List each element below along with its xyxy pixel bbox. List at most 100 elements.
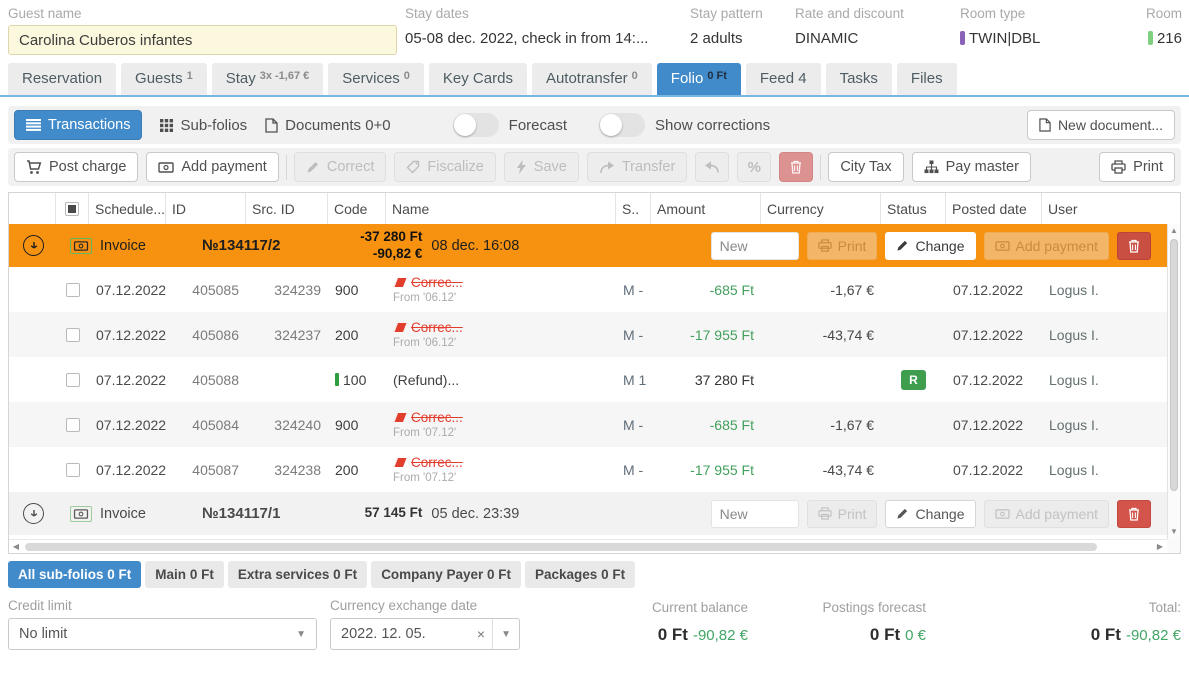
cell-posted-date: 07.12.2022 — [946, 312, 1042, 357]
documents-view-button[interactable]: Documents 0+0 — [265, 117, 390, 134]
column-header-amount[interactable]: Amount — [651, 193, 761, 224]
tab-feed[interactable]: Feed 4 — [746, 63, 821, 95]
tab-reservation[interactable]: Reservation — [8, 63, 116, 95]
invoice-print-button[interactable]: Print — [807, 500, 878, 528]
eraser-icon — [393, 458, 407, 467]
show-corrections-toggle[interactable] — [599, 113, 645, 137]
undo-button[interactable] — [695, 152, 729, 182]
row-checkbox[interactable] — [66, 418, 80, 432]
total-ft: 0 Ft — [1091, 625, 1121, 644]
cell-posted-date: 07.12.2022 — [946, 402, 1042, 447]
column-header-schedule[interactable]: Schedule... — [89, 193, 166, 224]
table-row[interactable]: 07.12.2022 405085 324239 900 Correc... F… — [9, 267, 1167, 312]
add-payment-button[interactable]: Add payment — [146, 152, 278, 182]
horizontal-scroll-thumb[interactable] — [25, 543, 1097, 551]
invoice-type-label: Invoice — [100, 238, 146, 254]
row-checkbox[interactable] — [66, 328, 80, 342]
clear-date-icon[interactable]: × — [470, 626, 492, 642]
invoice-status-input[interactable] — [711, 500, 799, 528]
table-row[interactable]: 07.12.2022 405088 100 (Refund)... M 1 37… — [9, 357, 1167, 402]
grid-icon — [160, 119, 173, 132]
chevron-down-icon[interactable]: ▼ — [492, 619, 519, 649]
credit-limit-select[interactable]: No limit ▼ — [8, 618, 317, 650]
invoice-group-row-selected[interactable]: Invoice №134117/2 -37 280 Ft-90,82 € 08 … — [9, 224, 1167, 267]
banknote-icon — [995, 508, 1010, 520]
subfolio-tab-extra-services[interactable]: Extra services 0 Ft — [228, 561, 367, 588]
undo-arrow-icon — [705, 161, 720, 173]
column-header-posted-date[interactable]: Posted date — [946, 193, 1042, 224]
vertical-scroll-thumb[interactable] — [1170, 239, 1178, 491]
folio-screen: Guest name Stay dates 05-08 dec. 2022, c… — [0, 0, 1189, 673]
subfolio-tab-packages[interactable]: Packages 0 Ft — [525, 561, 635, 588]
table-row[interactable]: 07.12.2022 405087 324238 200 Correc... F… — [9, 447, 1167, 492]
rate-discount-label: Rate and discount — [795, 6, 904, 21]
tab-autotransfer[interactable]: Autotransfer0 — [532, 63, 652, 95]
invoice-status-input[interactable] — [711, 232, 799, 260]
tab-key-cards[interactable]: Key Cards — [429, 63, 527, 95]
column-header-id[interactable]: ID — [166, 193, 246, 224]
column-header-currency[interactable]: Currency — [761, 193, 881, 224]
sub-folios-view-button[interactable]: Sub-folios — [160, 117, 247, 134]
subfolio-tab-all[interactable]: All sub-folios 0 Ft — [8, 561, 141, 588]
circle-arrow-icon[interactable] — [23, 235, 44, 256]
tab-files[interactable]: Files — [897, 63, 957, 95]
guest-name-input[interactable] — [8, 25, 397, 55]
fiscalize-button[interactable]: Fiscalize — [394, 152, 495, 182]
vertical-scrollbar[interactable]: ▲ ▼ — [1167, 224, 1180, 539]
invoice-group-row[interactable]: Invoice №134117/1 57 145 Ft 05 dec. 23:3… — [9, 492, 1167, 535]
circle-arrow-icon[interactable] — [23, 503, 44, 524]
delete-button[interactable] — [779, 152, 813, 182]
tab-tasks[interactable]: Tasks — [826, 63, 892, 95]
invoice-change-button[interactable]: Change — [885, 500, 975, 528]
horizontal-scrollbar[interactable]: ◀ ▶ — [9, 539, 1167, 553]
tab-autotransfer-badge: 0 — [632, 70, 638, 82]
select-all-checkbox[interactable] — [65, 202, 79, 216]
scroll-up-arrow[interactable]: ▲ — [1168, 225, 1180, 237]
column-header-s[interactable]: S.. — [616, 193, 651, 224]
tab-services[interactable]: Services0 — [328, 63, 424, 95]
row-checkbox[interactable] — [66, 463, 80, 477]
scroll-right-arrow[interactable]: ▶ — [1153, 542, 1167, 551]
invoice-delete-button[interactable] — [1117, 500, 1151, 528]
save-button[interactable]: Save — [504, 152, 579, 182]
row-checkbox[interactable] — [66, 373, 80, 387]
subfolio-tab-company-payer[interactable]: Company Payer 0 Ft — [371, 561, 521, 588]
row-checkbox[interactable] — [66, 283, 80, 297]
column-header-code[interactable]: Code — [328, 193, 386, 224]
print-button[interactable]: Print — [1099, 152, 1175, 182]
cell-name: Correc... — [411, 455, 463, 470]
tab-stay[interactable]: Stay3x -1,67 € — [212, 63, 324, 95]
city-tax-button[interactable]: City Tax — [828, 152, 903, 182]
scroll-left-arrow[interactable]: ◀ — [9, 542, 23, 551]
tab-folio[interactable]: Folio0 Ft — [657, 63, 741, 95]
invoice-type-label: Invoice — [100, 506, 146, 522]
column-header-user[interactable]: User — [1042, 193, 1167, 224]
cell-posted-date: 07.12.2022 — [946, 447, 1042, 492]
scroll-down-arrow[interactable]: ▼ — [1168, 526, 1180, 538]
invoice-add-payment-button[interactable]: Add payment — [984, 500, 1110, 528]
post-charge-button[interactable]: Post charge — [14, 152, 138, 182]
pay-master-button[interactable]: Pay master — [912, 152, 1031, 182]
invoice-delete-button[interactable] — [1117, 232, 1151, 260]
invoice-add-payment-button[interactable]: Add payment — [984, 232, 1110, 260]
exchange-date-picker[interactable]: 2022. 12. 05. × ▼ — [330, 618, 520, 650]
column-header-status[interactable]: Status — [881, 193, 946, 224]
correct-button[interactable]: Correct — [294, 152, 387, 182]
cell-subfolio: M - — [616, 447, 651, 492]
subfolio-tab-main[interactable]: Main 0 Ft — [145, 561, 224, 588]
forecast-toggle[interactable] — [453, 113, 499, 137]
stay-pattern-label: Stay pattern — [690, 6, 763, 21]
invoice-change-button[interactable]: Change — [885, 232, 975, 260]
column-header-name[interactable]: Name — [386, 193, 616, 224]
transactions-view-button[interactable]: Transactions — [14, 110, 142, 140]
credit-limit-field: Credit limit No limit ▼ — [8, 598, 317, 650]
cell-name-subtext: From '06.12' — [393, 337, 456, 349]
table-row[interactable]: 07.12.2022 405086 324237 200 Correc... F… — [9, 312, 1167, 357]
discount-percent-button[interactable]: % — [737, 152, 771, 182]
table-row[interactable]: 07.12.2022 405084 324240 900 Correc... F… — [9, 402, 1167, 447]
new-document-button[interactable]: New document... — [1027, 110, 1175, 140]
tab-guests[interactable]: Guests1 — [121, 63, 207, 95]
invoice-print-button[interactable]: Print — [807, 232, 878, 260]
transfer-button[interactable]: Transfer — [587, 152, 687, 182]
column-header-src-id[interactable]: Src. ID — [246, 193, 328, 224]
